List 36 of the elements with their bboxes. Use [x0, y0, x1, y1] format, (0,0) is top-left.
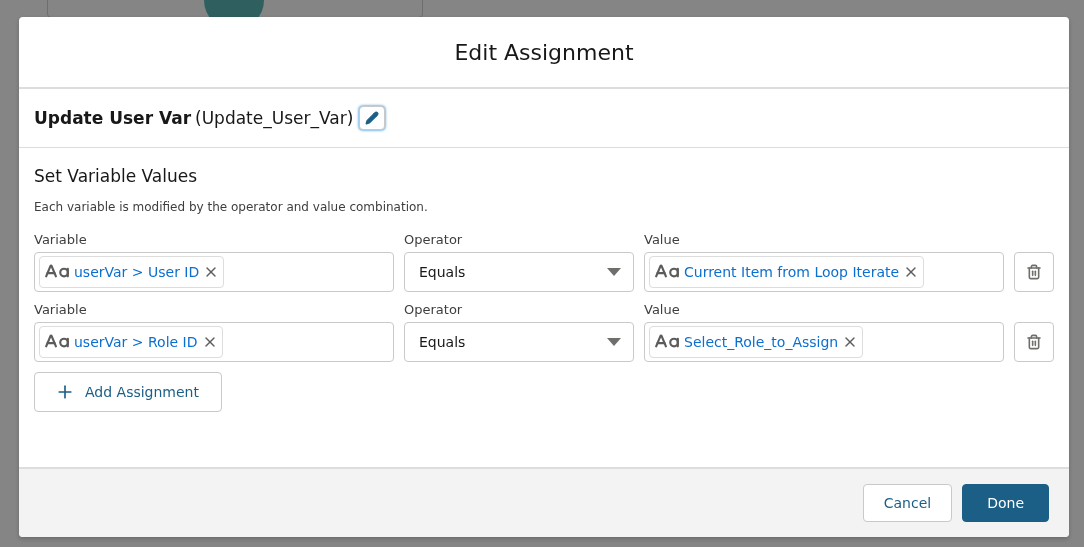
resource-pill[interactable]: Current Item from Loop Iterate — [649, 256, 925, 288]
field-label: Operator — [404, 232, 464, 247]
section-title: Set Variable Values — [34, 166, 199, 186]
resource-name: Current Item from Loop Iterate — [684, 264, 900, 280]
operator-select[interactable]: Equals — [404, 252, 634, 292]
section-description: Each variable is modified by the operator and value combination. — [34, 200, 429, 214]
resource-pill[interactable]: userVar > User ID — [39, 256, 225, 288]
field-label: Value — [644, 232, 681, 247]
resource-name: Select_Role_to_Assign — [684, 334, 839, 350]
trash-icon — [1026, 264, 1042, 280]
resource-pill[interactable]: userVar > Role ID — [39, 326, 223, 358]
pencil-icon — [365, 111, 380, 125]
resource-name: userVar > User ID — [74, 264, 200, 280]
variable-field[interactable]: userVar > Role ID — [34, 322, 394, 362]
element-api-name: (Update_User_Var) — [195, 108, 354, 128]
field-label: Variable — [34, 302, 88, 317]
dialog-title: Edit Assignment — [454, 39, 634, 65]
caret-icon — [607, 268, 621, 276]
operator-select[interactable]: Equals — [404, 322, 634, 362]
field-label: Operator — [404, 302, 464, 317]
field-label: Variable — [34, 232, 88, 247]
variable-field[interactable]: userVar > User ID — [34, 252, 394, 292]
value-field[interactable]: Current Item from Loop Iterate — [644, 252, 1004, 292]
resource-pill[interactable]: Select_Role_to_Assign — [649, 326, 864, 358]
field-label: Value — [644, 302, 681, 317]
done-button[interactable]: Done — [962, 484, 1049, 522]
value-field[interactable]: Select_Role_to_Assign — [644, 322, 1004, 362]
element-label: Update User Var — [34, 108, 192, 128]
delete-button[interactable] — [1014, 322, 1054, 362]
resource-name: userVar > Role ID — [74, 334, 198, 350]
delete-button[interactable] — [1014, 252, 1054, 292]
cancel-button[interactable]: Cancel — [862, 484, 953, 522]
trash-icon — [1026, 334, 1042, 350]
caret-icon — [607, 338, 621, 346]
edit-button[interactable] — [359, 106, 386, 130]
add-assignment-button[interactable]: Add Assignment — [34, 372, 222, 412]
